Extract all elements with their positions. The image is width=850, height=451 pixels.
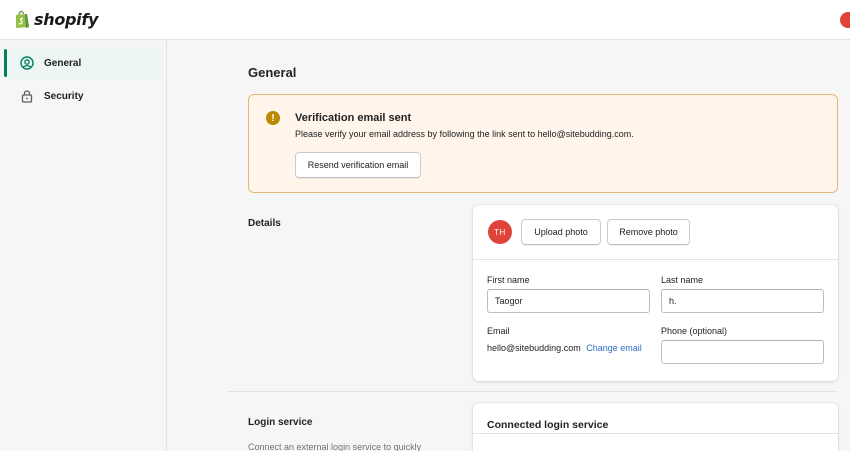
shopify-wordmark: shopify [34, 10, 99, 29]
divider [473, 259, 838, 260]
resend-verification-button[interactable]: Resend verification email [295, 152, 421, 178]
remove-photo-button[interactable]: Remove photo [607, 219, 690, 245]
sidebar-item-label: General [44, 57, 82, 69]
banner-title: Verification email sent [295, 112, 412, 124]
warning-icon: ! [266, 111, 280, 125]
upload-photo-button[interactable]: Upload photo [521, 219, 601, 245]
divider [473, 433, 838, 434]
shopify-bag-icon [14, 10, 30, 29]
banner-text: Please verify your email address by foll… [295, 129, 634, 139]
sidebar-item-label: Security [44, 90, 84, 102]
connected-login-card: Connected login service [473, 403, 838, 451]
top-bar: shopify [0, 0, 850, 40]
email-value-row: hello@sitebudding.com Change email [487, 343, 642, 353]
login-service-description: Connect an external login service to qui… [248, 442, 422, 451]
user-circle-icon [20, 56, 34, 70]
shopify-logo[interactable]: shopify [14, 10, 98, 29]
avatar: TH [488, 220, 512, 244]
first-name-label: First name [487, 275, 530, 285]
page-title: General [248, 65, 297, 80]
sidebar-item-security[interactable]: Security [4, 80, 163, 112]
phone-field[interactable] [661, 340, 824, 364]
lock-icon [20, 89, 34, 103]
last-name-field[interactable]: h. [661, 289, 824, 313]
email-label: Email [487, 326, 510, 336]
connected-login-title: Connected login service [487, 419, 609, 431]
login-service-section-title: Login service [248, 417, 313, 428]
verification-banner: ! Verification email sent Please verify … [248, 94, 838, 193]
first-name-field[interactable]: Taogor [487, 289, 650, 313]
account-avatar[interactable] [840, 12, 850, 28]
change-email-link[interactable]: Change email [586, 343, 642, 353]
sidebar: General Security [0, 40, 167, 451]
email-value: hello@sitebudding.com [487, 343, 581, 353]
phone-label: Phone (optional) [661, 326, 728, 336]
sidebar-item-general[interactable]: General [4, 47, 163, 79]
details-card: TH Upload photo Remove photo First name … [473, 205, 838, 381]
section-divider [228, 391, 838, 392]
details-section-title: Details [248, 218, 281, 229]
last-name-label: Last name [661, 275, 704, 285]
